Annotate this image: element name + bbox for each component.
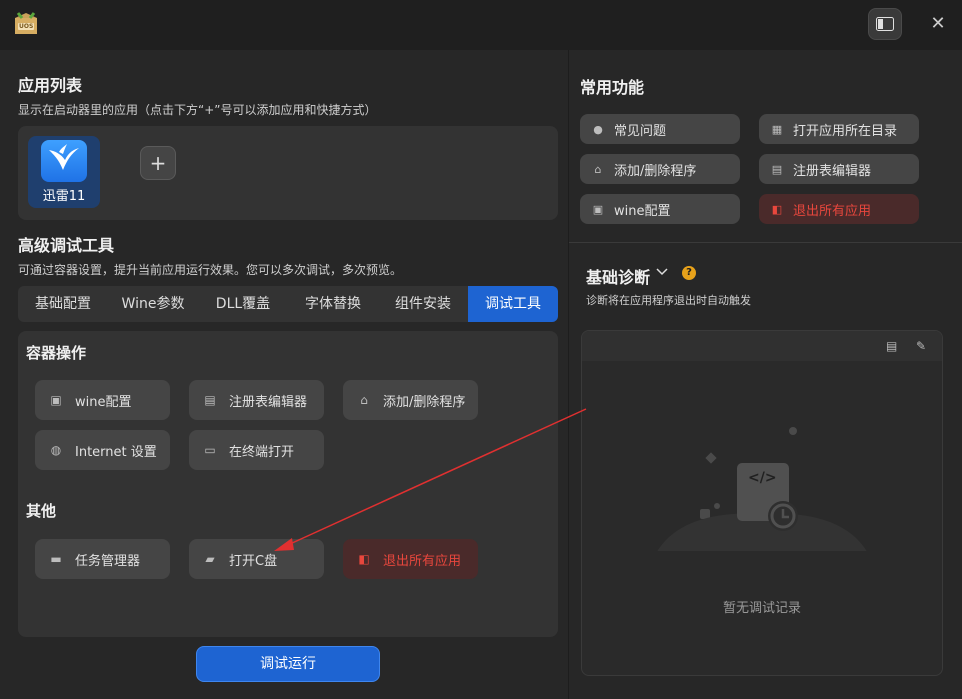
annotation-arrow	[274, 408, 587, 551]
